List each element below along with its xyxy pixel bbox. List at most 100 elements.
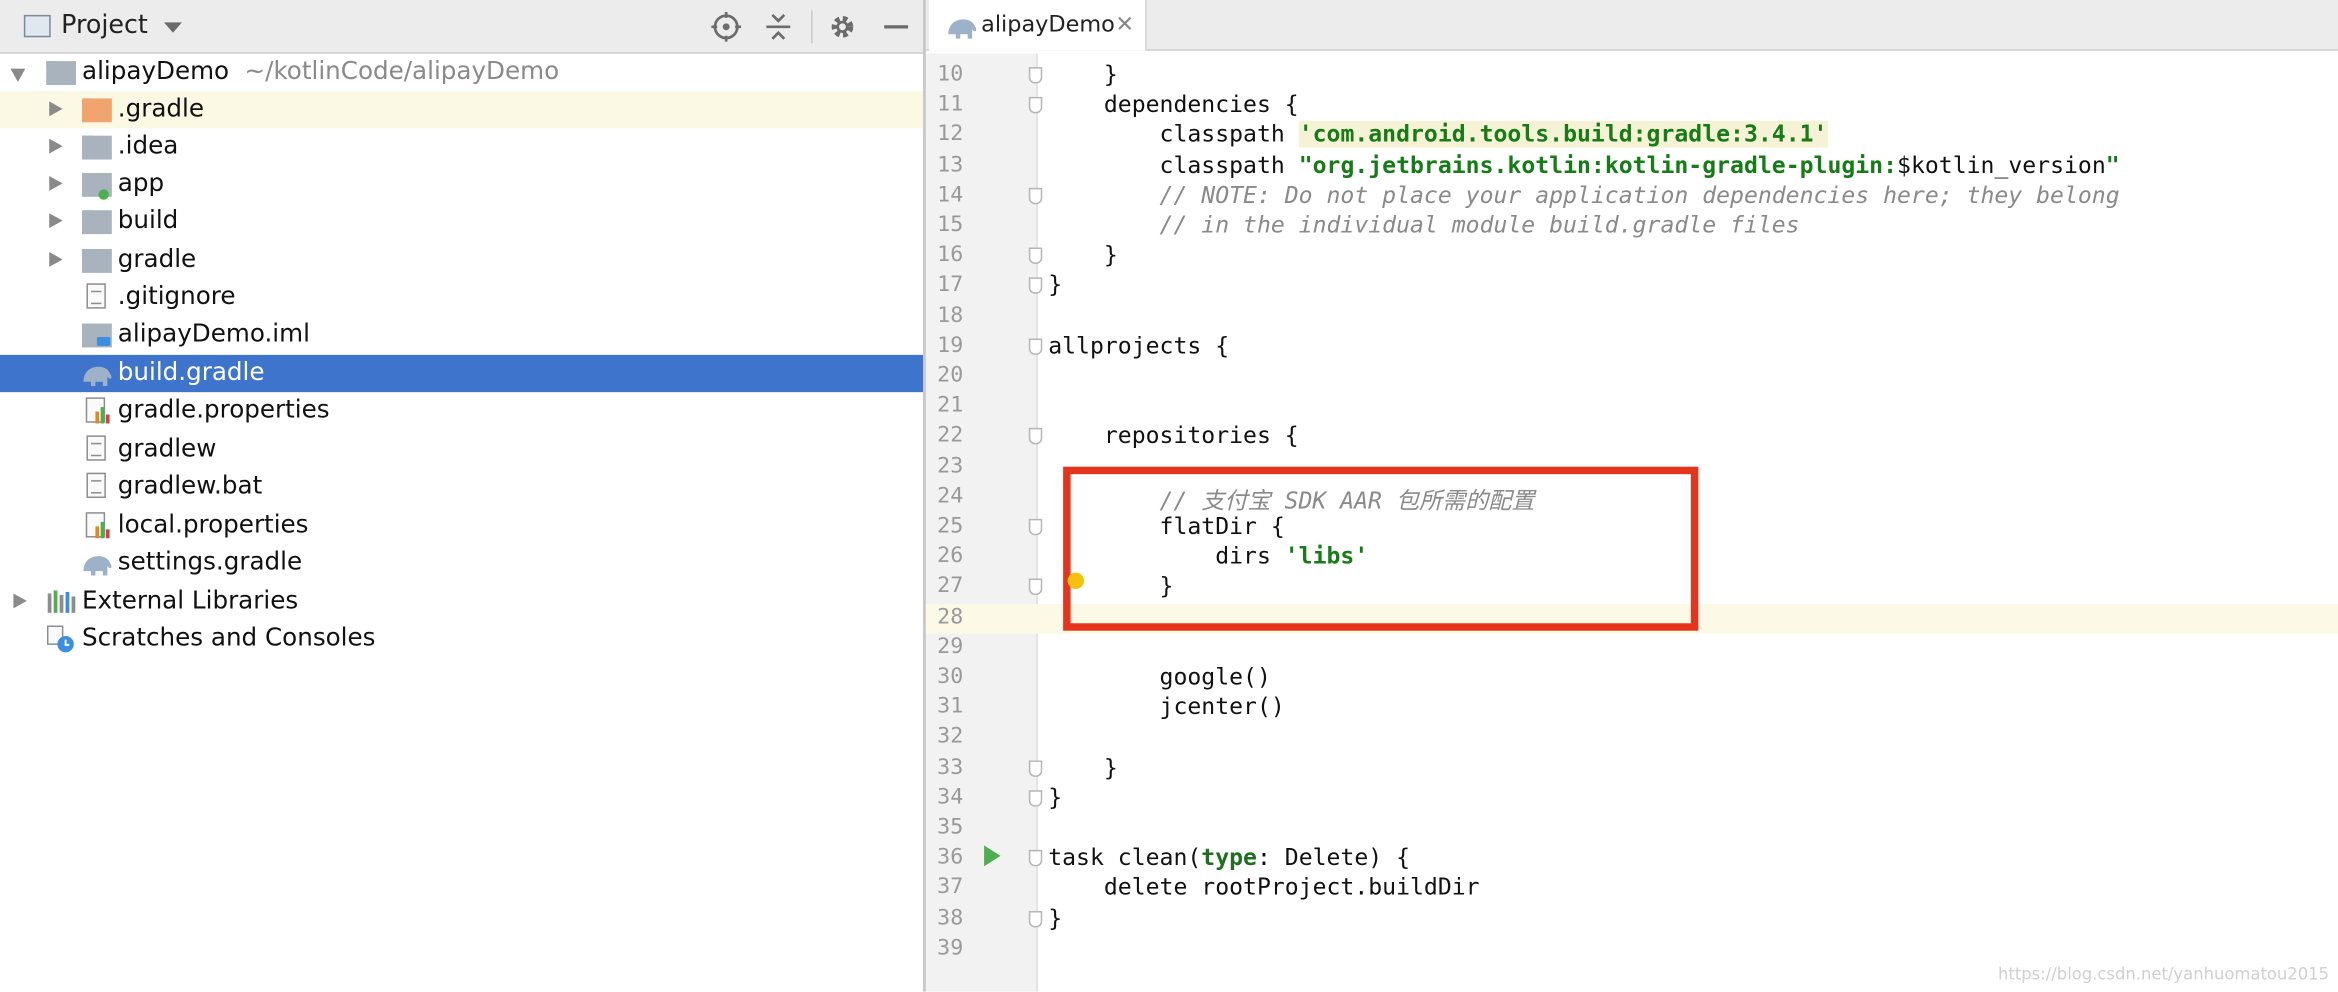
code-text: delete rootProject.buildDir bbox=[1048, 874, 1480, 901]
tree-item-build-gradle[interactable]: build.gradle bbox=[0, 354, 925, 393]
expand-arrow-icon[interactable] bbox=[45, 242, 66, 279]
code-line[interactable]: 37 delete rootProject.buildDir bbox=[926, 874, 2338, 904]
code-line[interactable]: 35 bbox=[926, 814, 2338, 844]
code-line[interactable]: 29 bbox=[926, 633, 2338, 663]
tree-item-scratches[interactable]: Scratches and Consoles bbox=[0, 620, 924, 657]
project-tool-window: Project alipayDemo ~/kotlinCode/alipayDe… bbox=[0, 0, 925, 992]
tree-item-gradle-dir[interactable]: .gradle bbox=[0, 90, 925, 129]
line-number: 11 bbox=[937, 92, 964, 117]
locate-target-icon[interactable] bbox=[710, 9, 743, 45]
code-line[interactable]: 39 bbox=[926, 935, 2338, 965]
fold-marker-icon[interactable] bbox=[1028, 67, 1043, 84]
line-number: 33 bbox=[937, 755, 964, 780]
tree-item-build-dir[interactable]: build bbox=[0, 203, 924, 240]
fold-marker-icon[interactable] bbox=[1028, 789, 1043, 807]
expand-arrow-icon[interactable] bbox=[45, 91, 66, 128]
tree-item-gradle[interactable]: gradle bbox=[0, 242, 924, 279]
code-token-str2b: " bbox=[2105, 151, 2120, 179]
code-line[interactable]: 13 classpath "org.jetbrains.kotlin:kotli… bbox=[926, 151, 2338, 181]
tree-item-gradlew[interactable]: gradlew bbox=[0, 431, 924, 468]
fold-marker-icon[interactable] bbox=[1028, 910, 1043, 927]
tree-item-gitignore[interactable]: .gitignore bbox=[0, 279, 924, 316]
fold-marker-icon[interactable] bbox=[1028, 850, 1043, 867]
intention-bulb-icon[interactable] bbox=[1067, 572, 1085, 589]
code-line[interactable]: 16 } bbox=[926, 242, 2338, 272]
fold-marker-icon[interactable] bbox=[1028, 187, 1043, 204]
tree-item-label: gradle bbox=[117, 244, 197, 273]
tree-item-iml[interactable]: alipayDemo.iml bbox=[0, 316, 924, 353]
code-token-str: 'com.android.tools.build:gradle:3.4.1' bbox=[1298, 121, 1828, 149]
fold-marker-icon[interactable] bbox=[1028, 277, 1043, 295]
code-line[interactable]: 12 classpath 'com.android.tools.build:gr… bbox=[926, 121, 2338, 151]
tree-item-gradlew-bat[interactable]: gradlew.bat bbox=[0, 468, 924, 505]
expand-arrow-icon[interactable] bbox=[9, 54, 30, 91]
tree-item-local-properties[interactable]: local.properties bbox=[0, 507, 924, 544]
code-line[interactable]: 20 bbox=[926, 362, 2338, 392]
expand-arrow-icon[interactable] bbox=[9, 583, 30, 620]
code-line[interactable]: 30 google() bbox=[926, 664, 2338, 694]
watermark: https://blog.csdn.net/yanhuomatou2015 bbox=[1997, 964, 2330, 985]
line-number: 17 bbox=[937, 273, 964, 298]
line-number: 38 bbox=[937, 905, 964, 930]
fold-marker-icon[interactable] bbox=[1028, 759, 1043, 777]
code-line[interactable]: 36 task clean(type: Delete) { bbox=[926, 844, 2338, 874]
expand-arrow-icon[interactable] bbox=[45, 203, 66, 240]
code-line[interactable]: 14 // NOTE: Do not place your applicatio… bbox=[926, 182, 2338, 212]
code-token-pre: classpath bbox=[1048, 121, 1299, 149]
code-line[interactable]: 15 // in the individual module build.gra… bbox=[926, 212, 2338, 242]
tab-alipaydemo[interactable]: alipayDemo ✕ bbox=[928, 0, 1147, 51]
expand-arrow-icon[interactable] bbox=[45, 128, 66, 165]
code-line[interactable]: 22 repositories { bbox=[926, 423, 2338, 453]
gear-icon[interactable] bbox=[826, 9, 859, 45]
properties-file-icon bbox=[82, 511, 112, 539]
code-text: // in the individual module build.gradle… bbox=[1048, 212, 1800, 239]
code-line[interactable]: 10 } bbox=[926, 61, 2338, 91]
header-separator bbox=[811, 10, 813, 44]
fold-marker-icon[interactable] bbox=[1028, 579, 1043, 596]
tree-item-idea[interactable]: .idea bbox=[0, 128, 924, 165]
code-text: classpath 'com.android.tools.build:gradl… bbox=[1048, 121, 1828, 149]
line-number: 13 bbox=[937, 152, 964, 177]
fold-marker-icon[interactable] bbox=[1028, 338, 1043, 355]
tree-item-external-libraries[interactable]: External Libraries bbox=[0, 583, 924, 620]
line-number: 25 bbox=[937, 514, 964, 539]
code-line[interactable]: 31 jcenter() bbox=[926, 694, 2338, 724]
fold-marker-icon[interactable] bbox=[1028, 428, 1043, 445]
code-text: } bbox=[1048, 242, 1118, 269]
fold-marker-icon[interactable] bbox=[1028, 518, 1043, 536]
close-icon[interactable]: ✕ bbox=[1115, 10, 1134, 37]
code-line[interactable]: 11 dependencies { bbox=[926, 91, 2338, 121]
code-text: } bbox=[1048, 784, 1062, 811]
code-text: } bbox=[1048, 272, 1062, 299]
code-line[interactable]: 34} bbox=[926, 784, 2338, 814]
project-view-title[interactable]: Project bbox=[61, 10, 148, 40]
code-line[interactable]: 38} bbox=[926, 904, 2338, 934]
tree-item-gradle-properties[interactable]: gradle.properties bbox=[0, 392, 924, 429]
expand-arrow-icon[interactable] bbox=[45, 166, 66, 203]
fold-marker-icon[interactable] bbox=[1028, 247, 1043, 265]
line-number: 31 bbox=[937, 695, 964, 719]
code-text: // NOTE: Do not place your application d… bbox=[1048, 182, 2120, 209]
run-gutter-icon[interactable] bbox=[984, 845, 1001, 867]
minimize-icon[interactable] bbox=[880, 9, 913, 45]
tree-item-app[interactable]: app bbox=[0, 166, 924, 203]
code-line[interactable]: 33 } bbox=[926, 754, 2338, 784]
line-number: 10 bbox=[937, 62, 964, 87]
tree-item-settings-gradle[interactable]: settings.gradle bbox=[0, 544, 924, 581]
code-line[interactable]: 19 allprojects { bbox=[926, 332, 2338, 362]
line-number: 18 bbox=[937, 303, 964, 328]
collapse-all-icon[interactable] bbox=[762, 9, 795, 45]
code-line[interactable]: 21 bbox=[926, 392, 2338, 422]
folder-icon bbox=[82, 207, 112, 235]
code-token-pre: task clean( bbox=[1048, 844, 1202, 872]
chevron-down-icon[interactable] bbox=[164, 22, 182, 33]
fold-marker-icon[interactable] bbox=[1028, 97, 1043, 114]
line-number: 35 bbox=[937, 815, 964, 840]
code-line[interactable]: 18 bbox=[926, 302, 2338, 332]
code-line[interactable]: 32 bbox=[926, 724, 2338, 754]
code-line[interactable]: 17} bbox=[926, 272, 2338, 302]
line-number: 22 bbox=[937, 424, 964, 448]
code-token-t: } bbox=[1048, 241, 1118, 269]
tree-item-alipaydemo[interactable]: alipayDemo ~/kotlinCode/alipayDemo bbox=[0, 54, 924, 91]
code-token-t: dependencies { bbox=[1048, 91, 1299, 119]
